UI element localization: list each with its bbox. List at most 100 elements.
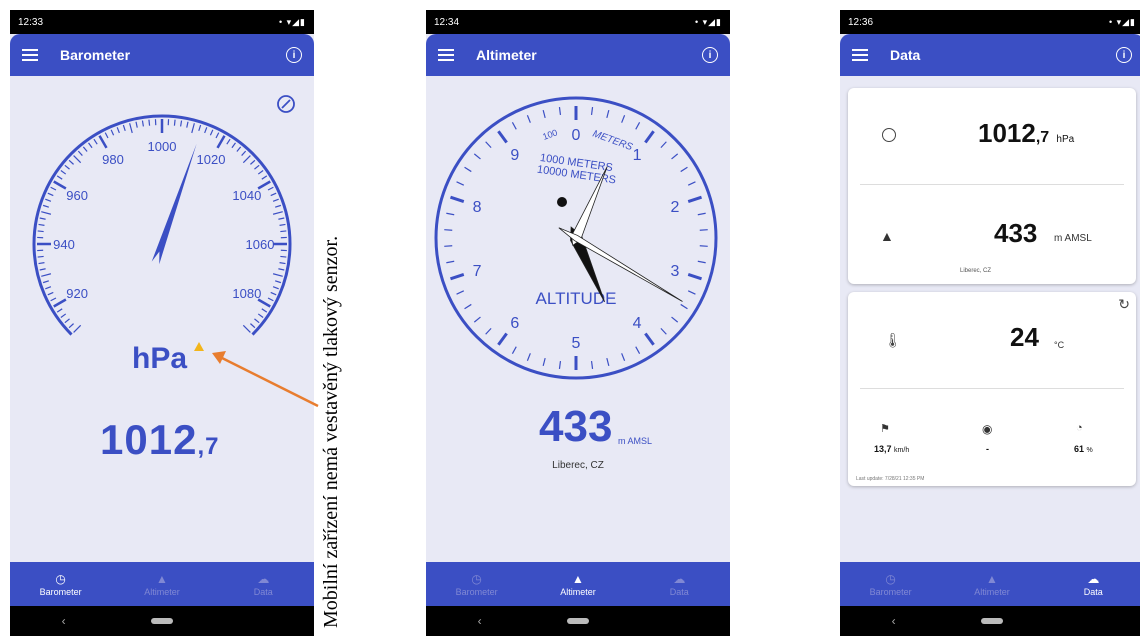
nav-label: Altimeter <box>144 587 180 597</box>
pressure-decimal: ,7 <box>1035 129 1050 146</box>
back-button[interactable]: ‹ <box>874 614 914 628</box>
gauge-tick <box>257 313 264 318</box>
dial-tick <box>680 166 688 173</box>
back-button[interactable]: ‹ <box>44 614 84 628</box>
gauge-label: 1000 <box>148 139 177 154</box>
unit-label: hPa <box>132 342 188 375</box>
calibrate-icon[interactable] <box>277 95 295 113</box>
dial-tick <box>444 245 453 247</box>
nav-altimeter[interactable]: ▲ Altimeter <box>952 571 1032 597</box>
gauge-icon: ◷ <box>885 572 896 586</box>
info-icon[interactable]: i <box>702 47 718 63</box>
nav-barometer[interactable]: ◷ Barometer <box>21 571 101 597</box>
gauge-tick <box>209 129 214 136</box>
gauge-tick <box>198 124 202 132</box>
gauge-tick <box>241 150 247 156</box>
gauge-tick <box>250 159 256 165</box>
temperature-value: 24 <box>1010 322 1039 352</box>
home-button[interactable] <box>150 618 173 624</box>
info-icon[interactable]: i <box>1116 47 1132 63</box>
gauge-tick <box>180 120 183 127</box>
dial-tick <box>449 273 465 281</box>
gauge-label: 960 <box>66 188 88 203</box>
dial-tick <box>606 357 610 367</box>
gauge-tick <box>37 255 44 258</box>
dial-tick <box>606 109 610 119</box>
nav-data[interactable]: ☁ Data <box>223 571 303 597</box>
gauge-tick <box>64 318 70 324</box>
gauge-tick <box>272 273 283 277</box>
gauge-tick <box>45 286 52 290</box>
nav-data[interactable]: ☁ Data <box>1053 571 1133 597</box>
dial-tick <box>699 229 708 231</box>
dial-number: 8 <box>473 199 482 216</box>
dial-tick <box>497 130 508 144</box>
gauge-needle <box>151 143 197 265</box>
home-button[interactable] <box>980 618 1003 624</box>
nav-barometer[interactable]: ◷ Barometer <box>851 571 931 597</box>
divider <box>860 388 1124 389</box>
gauge-tick <box>56 175 63 180</box>
gauge-tick <box>261 308 268 313</box>
gauge-tick <box>88 142 93 149</box>
dial-tick <box>511 346 517 354</box>
gauge-tick <box>231 142 236 149</box>
dial-number: 3 <box>670 263 679 280</box>
back-button[interactable]: ‹ <box>460 614 500 628</box>
gauge-tick <box>73 155 82 164</box>
app-bar: Altimeter i <box>426 34 730 76</box>
last-update: Last update: 7/28/21 12:35 PM <box>856 476 925 482</box>
wind-icon: ⚑ <box>880 423 890 435</box>
dial-tick <box>697 260 706 264</box>
gauge-tick <box>60 313 67 318</box>
menu-icon[interactable] <box>852 49 868 61</box>
nav-altimeter[interactable]: ▲ Altimeter <box>122 571 202 597</box>
temperature-unit: °C <box>1054 340 1065 350</box>
altitude-value: 433 <box>539 402 613 451</box>
gauge-label: 1040 <box>232 188 261 203</box>
gauge-tick <box>73 324 82 333</box>
gauge-tick <box>68 159 74 165</box>
refresh-icon[interactable]: ↻ <box>1118 296 1130 313</box>
gauge-tick <box>37 230 44 233</box>
dial-tick <box>687 181 696 186</box>
app-bar: Data i <box>840 34 1140 76</box>
gauge-tick <box>47 192 54 197</box>
thermometer-icon: 🌡 <box>884 332 902 348</box>
nav-label: Altimeter <box>974 587 1010 597</box>
status-bar: 12:36 • ▾◢▮ <box>840 10 1140 34</box>
humidity-value: 61 % <box>1074 444 1093 454</box>
info-icon[interactable]: i <box>286 47 302 63</box>
dial-tick <box>542 357 546 367</box>
dial-tick <box>558 106 562 116</box>
dial-tick <box>671 316 679 323</box>
dial-tick <box>542 109 546 119</box>
nav-barometer[interactable]: ◷ Barometer <box>437 571 517 597</box>
nav-altimeter[interactable]: ▲ Altimeter <box>538 571 618 597</box>
dial-tick <box>699 245 708 247</box>
gauge-tick <box>98 135 108 149</box>
status-bar: 12:34 • ▾◢▮ <box>426 10 730 34</box>
nav-data[interactable]: ☁ Data <box>639 571 719 597</box>
dial-number: 4 <box>633 315 642 332</box>
gauge-tick <box>257 170 264 175</box>
barometer-gauge: 920 940 960 980 1000 1020 1040 1060 1080 <box>32 95 295 336</box>
gauge-tick <box>261 175 268 180</box>
gauge-tick <box>38 223 45 226</box>
gauge-tick <box>274 204 282 208</box>
nav-label: Barometer <box>39 587 82 597</box>
gauge-tick <box>270 291 277 296</box>
wind-speed: 13,7 <box>874 444 892 454</box>
dial-tick <box>660 141 667 149</box>
dial-tick <box>660 327 667 335</box>
gauge-tick <box>278 217 285 220</box>
altitude-unit: m AMSL <box>618 436 653 446</box>
warning-icon[interactable] <box>194 342 204 351</box>
menu-icon[interactable] <box>438 49 454 61</box>
gauge-tick <box>280 255 287 258</box>
gauge-tick <box>226 138 231 145</box>
dial-100-label: 100 <box>541 127 559 142</box>
home-button[interactable] <box>566 618 589 624</box>
status-bar: 12:33 • ▾◢▮ <box>10 10 314 34</box>
menu-icon[interactable] <box>22 49 38 61</box>
